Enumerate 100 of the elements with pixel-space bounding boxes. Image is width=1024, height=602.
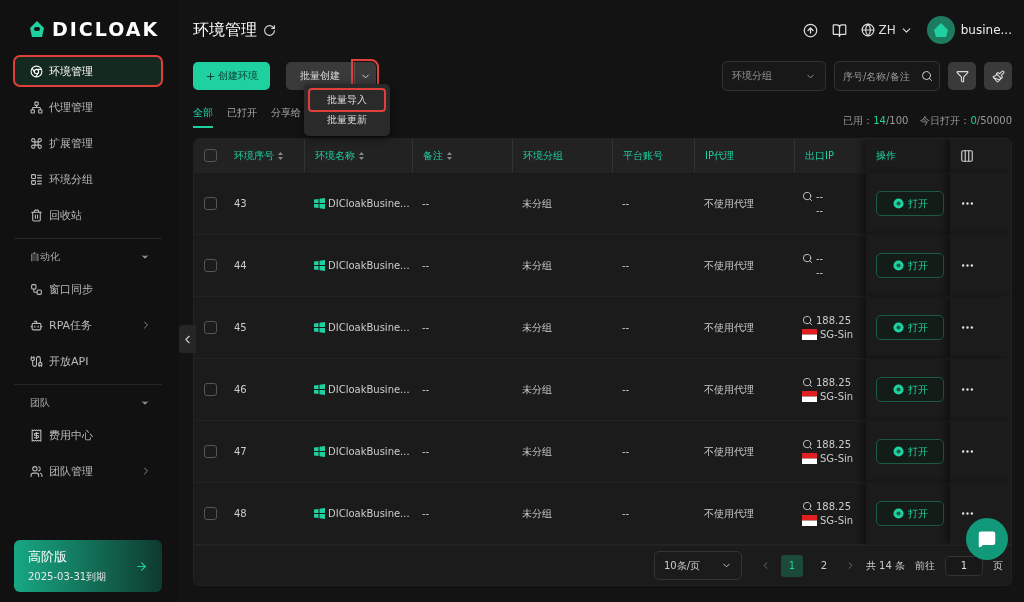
sidebar-item[interactable]: 开放API — [14, 346, 162, 376]
ip-text: 188.25 — [816, 501, 851, 512]
table-cell: -- — [422, 322, 430, 333]
open-button[interactable]: 打开 — [876, 253, 944, 278]
collapse-button[interactable] — [179, 325, 196, 353]
column-header[interactable]: 环境名称 — [315, 148, 365, 163]
table-cell: 不使用代理 — [704, 382, 754, 397]
flow-icon — [30, 282, 43, 296]
windows-icon — [314, 384, 325, 395]
page-input[interactable]: 1 — [945, 555, 983, 576]
sidebar-item[interactable]: 环境管理 — [14, 56, 162, 86]
tab[interactable]: 分享给 — [271, 106, 301, 128]
refresh-icon[interactable] — [263, 23, 276, 37]
checkbox[interactable] — [204, 383, 217, 396]
region-text: SG-Sin — [820, 391, 854, 402]
avatar[interactable] — [926, 16, 955, 44]
create-button[interactable]: 创建环境 — [193, 62, 270, 90]
menu-item[interactable]: 批量导入 — [310, 90, 384, 110]
ip-check-icon[interactable] — [802, 501, 813, 512]
plan-card[interactable]: 高阶版 2025-03-31到期 — [14, 540, 162, 592]
trash-icon — [30, 208, 43, 222]
ip-text: -- — [816, 253, 824, 264]
column-header[interactable]: 平台账号 — [623, 148, 663, 163]
table-cell: -- — [622, 508, 630, 519]
checkbox[interactable] — [204, 149, 217, 162]
table-cell: 不使用代理 — [704, 506, 754, 521]
user-name[interactable]: busine... — [960, 23, 1012, 37]
column-header[interactable]: 环境分组 — [523, 148, 563, 163]
checkbox[interactable] — [204, 445, 217, 458]
table-cell: -- — [422, 260, 430, 271]
table-cell: -- — [622, 322, 630, 333]
sidebar-item[interactable]: 回收站 — [14, 200, 162, 230]
sort-icon[interactable] — [277, 150, 284, 161]
checkbox[interactable] — [204, 197, 217, 210]
brush-button[interactable] — [984, 62, 1012, 90]
checkbox[interactable] — [204, 321, 217, 334]
columns-icon[interactable] — [960, 148, 974, 163]
table-cell: -- — [422, 384, 430, 395]
tab[interactable]: 全部 — [193, 106, 213, 128]
sidebar-item[interactable]: 代理管理 — [14, 92, 162, 122]
open-button[interactable]: 打开 — [876, 439, 944, 464]
ip-check-icon[interactable] — [802, 315, 813, 326]
page-button[interactable]: 1 — [780, 554, 803, 577]
table-cell: DICloakBusine... — [328, 198, 410, 209]
sidebar-item[interactable]: 团队管理 — [14, 456, 162, 486]
ip-text: -- — [816, 191, 824, 202]
ring-icon — [892, 508, 904, 519]
column-header[interactable]: 环境序号 — [234, 148, 284, 163]
sidebar-item[interactable]: 扩展管理 — [14, 128, 162, 158]
sidebar-item[interactable]: 窗口同步 — [14, 274, 162, 304]
receipt-icon — [30, 428, 43, 442]
windows-icon — [314, 322, 325, 333]
table-cell: DICloakBusine... — [328, 260, 410, 271]
table-cell: 未分组 — [522, 506, 552, 521]
checkbox[interactable] — [204, 259, 217, 272]
sidebar-item[interactable]: 环境分组 — [14, 164, 162, 194]
table-cell: -- — [622, 384, 630, 395]
search-icon[interactable] — [921, 70, 933, 82]
language-select[interactable]: ZH — [860, 23, 913, 37]
sidebar-item[interactable]: RPA任务 — [14, 310, 162, 340]
globe-icon — [860, 23, 875, 37]
logo-text: DICLOAK — [52, 18, 160, 40]
sort-icon[interactable] — [446, 150, 453, 161]
column-header[interactable]: IP代理 — [705, 148, 734, 163]
column-header[interactable]: 备注 — [423, 148, 453, 163]
group-select[interactable]: 环境分组 — [722, 61, 826, 91]
ip-check-icon[interactable] — [802, 191, 813, 202]
book-icon[interactable] — [831, 22, 847, 38]
page-button[interactable]: 2 — [812, 554, 835, 577]
table-cell: 不使用代理 — [704, 196, 754, 211]
filter-button[interactable] — [948, 62, 976, 90]
column-header[interactable]: 操作 — [876, 148, 896, 163]
usage-text: 已用：14/100 — [843, 115, 909, 128]
sidebar-item[interactable]: 费用中心 — [14, 420, 162, 450]
command-icon — [30, 136, 43, 150]
table-cell: -- — [622, 446, 630, 457]
ip-check-icon[interactable] — [802, 439, 813, 450]
page-size-select[interactable]: 10条/页 — [653, 551, 742, 580]
menu-item[interactable]: 批量更新 — [310, 110, 384, 130]
open-button[interactable]: 打开 — [876, 501, 944, 526]
table-cell: 未分组 — [522, 320, 552, 335]
checkbox[interactable] — [204, 507, 217, 520]
table-cell: 不使用代理 — [704, 444, 754, 459]
ip-check-icon[interactable] — [802, 253, 813, 264]
tab[interactable]: 已打开 — [227, 106, 257, 128]
open-button[interactable]: 打开 — [876, 315, 944, 340]
table-cell: 45 — [234, 322, 247, 333]
table-cell: 46 — [234, 384, 247, 395]
search-field[interactable]: 序号/名称/备注 — [834, 61, 940, 91]
upload-icon[interactable] — [802, 22, 818, 38]
open-button[interactable]: 打开 — [876, 191, 944, 216]
sort-icon[interactable] — [358, 150, 365, 161]
region-text: SG-Sin — [820, 453, 854, 464]
table-cell: 47 — [234, 446, 247, 457]
ip-check-icon[interactable] — [802, 377, 813, 388]
robot-icon — [30, 318, 43, 332]
column-header[interactable]: 出口IP — [805, 148, 834, 163]
table-cell: 未分组 — [522, 382, 552, 397]
windows-icon — [314, 508, 325, 519]
open-button[interactable]: 打开 — [876, 377, 944, 402]
